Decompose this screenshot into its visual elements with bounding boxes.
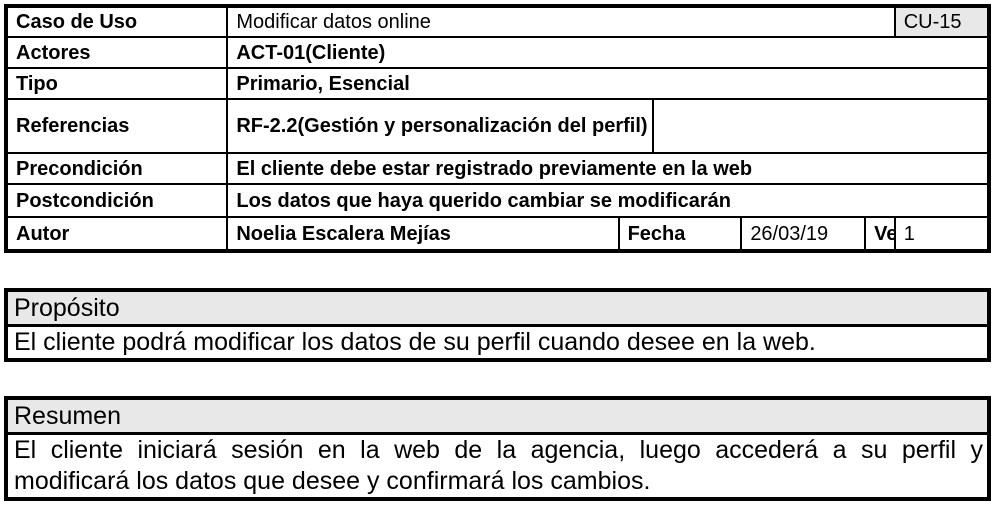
- row-caso-de-uso: Caso de Uso Modificar datos online CU-15: [4, 5, 991, 38]
- referencias-label: Referencias: [4, 98, 229, 154]
- resumen-text: El cliente iniciará sesión en la web de …: [14, 436, 983, 495]
- version-label: Versión: [864, 216, 896, 252]
- version-value: 1: [893, 216, 991, 252]
- tipo-value: Primario, Esencial: [226, 67, 990, 100]
- proposito-title: Propósito: [8, 292, 987, 327]
- actores-label: Actores: [4, 36, 229, 69]
- fecha-value: 26/03/19: [740, 216, 867, 252]
- tipo-label: Tipo: [4, 67, 229, 100]
- actores-value: ACT-01(Cliente): [226, 36, 990, 69]
- proposito-section: Propósito El cliente podrá modificar los…: [4, 288, 991, 362]
- autor-value: Noelia Escalera Mejías: [226, 216, 620, 252]
- fecha-label: Fecha: [617, 216, 743, 252]
- autor-label: Autor: [4, 216, 229, 252]
- caso-label: Caso de Uso: [4, 5, 229, 38]
- referencias-empty: [651, 98, 991, 154]
- row-tipo: Tipo Primario, Esencial: [4, 67, 990, 100]
- precondicion-label: Precondición: [4, 152, 229, 185]
- row-postcondicion: Postcondición Los datos que haya querido…: [4, 183, 990, 218]
- postcondicion-value: Los datos que haya querido cambiar se mo…: [226, 183, 990, 218]
- precondicion-value: El cliente debe estar registrado previam…: [226, 152, 990, 185]
- postcondicion-label: Postcondición: [4, 183, 229, 218]
- proposito-text: El cliente podrá modificar los datos de …: [14, 328, 816, 356]
- row-referencias: Referencias RF-2.2(Gestión y personaliza…: [4, 98, 991, 154]
- use-case-table: Caso de Uso Modificar datos online CU-15…: [4, 4, 991, 253]
- resumen-title: Resumen: [8, 400, 987, 435]
- referencias-value: RF-2.2(Gestión y personalización del per…: [226, 98, 654, 154]
- caso-id: CU-15: [893, 5, 991, 38]
- resumen-section: Resumen El cliente iniciará sesión en la…: [4, 396, 991, 501]
- row-actores: Actores ACT-01(Cliente): [4, 36, 990, 69]
- row-precondicion: Precondición El cliente debe estar regis…: [4, 152, 990, 185]
- caso-value: Modificar datos online: [226, 5, 896, 38]
- row-autor: Autor Noelia Escalera Mejías Fecha 26/03…: [4, 216, 991, 252]
